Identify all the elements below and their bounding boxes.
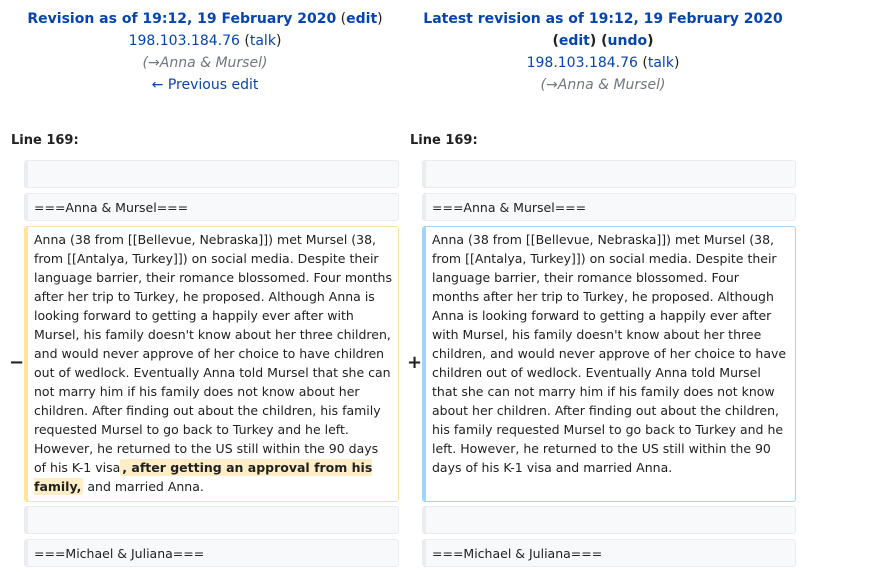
old-talk-paren: (talk) [244,33,282,49]
added-line: Anna (38 from [[Bellevue, Nebraska]]) me… [422,226,796,502]
old-revision-header: Revision as of 19:12, 19 February 2020 (… [10,8,400,96]
new-edit-summary: (→Anna & Mursel) [540,77,666,93]
old-edit-link[interactable]: edit [346,11,377,27]
line-number-right: Line 169: [410,133,478,148]
deleted-text-after: and married Anna. [83,479,204,494]
undo-link[interactable]: undo [608,33,648,49]
added-line-marker: + [407,352,423,373]
new-user-link[interactable]: 198.103.184.76 [527,55,638,71]
previous-edit-link[interactable]: ← Previous edit [152,77,259,93]
old-user-link[interactable]: 198.103.184.76 [129,33,240,49]
context-empty-left-top [24,160,399,188]
deleted-line-marker: − [9,352,25,373]
new-talk-link[interactable]: talk [648,55,674,71]
new-edit-link[interactable]: edit [559,33,590,49]
old-revision-title-link[interactable]: Revision as of 19:12, 19 February 2020 [27,11,336,27]
line-number-left: Line 169: [11,133,79,148]
old-edit-paren: (edit) [340,11,383,27]
context-heading-right: ===Anna & Mursel=== [422,193,796,221]
new-revision-user-line: 198.103.184.76 (talk) [408,52,798,74]
new-revision-header: Latest revision as of 19:12, 19 February… [408,8,798,96]
context-empty-right-top [422,160,796,188]
old-revision-title-line: Revision as of 19:12, 19 February 2020 (… [10,8,400,30]
deleted-text-before: Anna (38 from [[Bellevue, Nebraska]]) me… [34,232,392,475]
context-empty-right-bottom [422,506,796,534]
context-heading-left: ===Anna & Mursel=== [24,193,399,221]
deleted-line: Anna (38 from [[Bellevue, Nebraska]]) me… [24,226,399,502]
context-michael-heading-right: ===Michael & Juliana=== [422,539,796,567]
old-talk-link[interactable]: talk [250,33,276,49]
context-michael-heading-left: ===Michael & Juliana=== [24,539,399,567]
old-edit-summary: (→Anna & Mursel) [142,55,268,71]
new-talk-paren: (talk) [642,55,680,71]
context-empty-left-bottom [24,506,399,534]
new-revision-actions: (edit) (undo) [552,33,654,49]
new-revision-title-link[interactable]: Latest revision as of 19:12, 19 February… [423,11,782,27]
old-revision-user-line: 198.103.184.76 (talk) [10,30,400,52]
